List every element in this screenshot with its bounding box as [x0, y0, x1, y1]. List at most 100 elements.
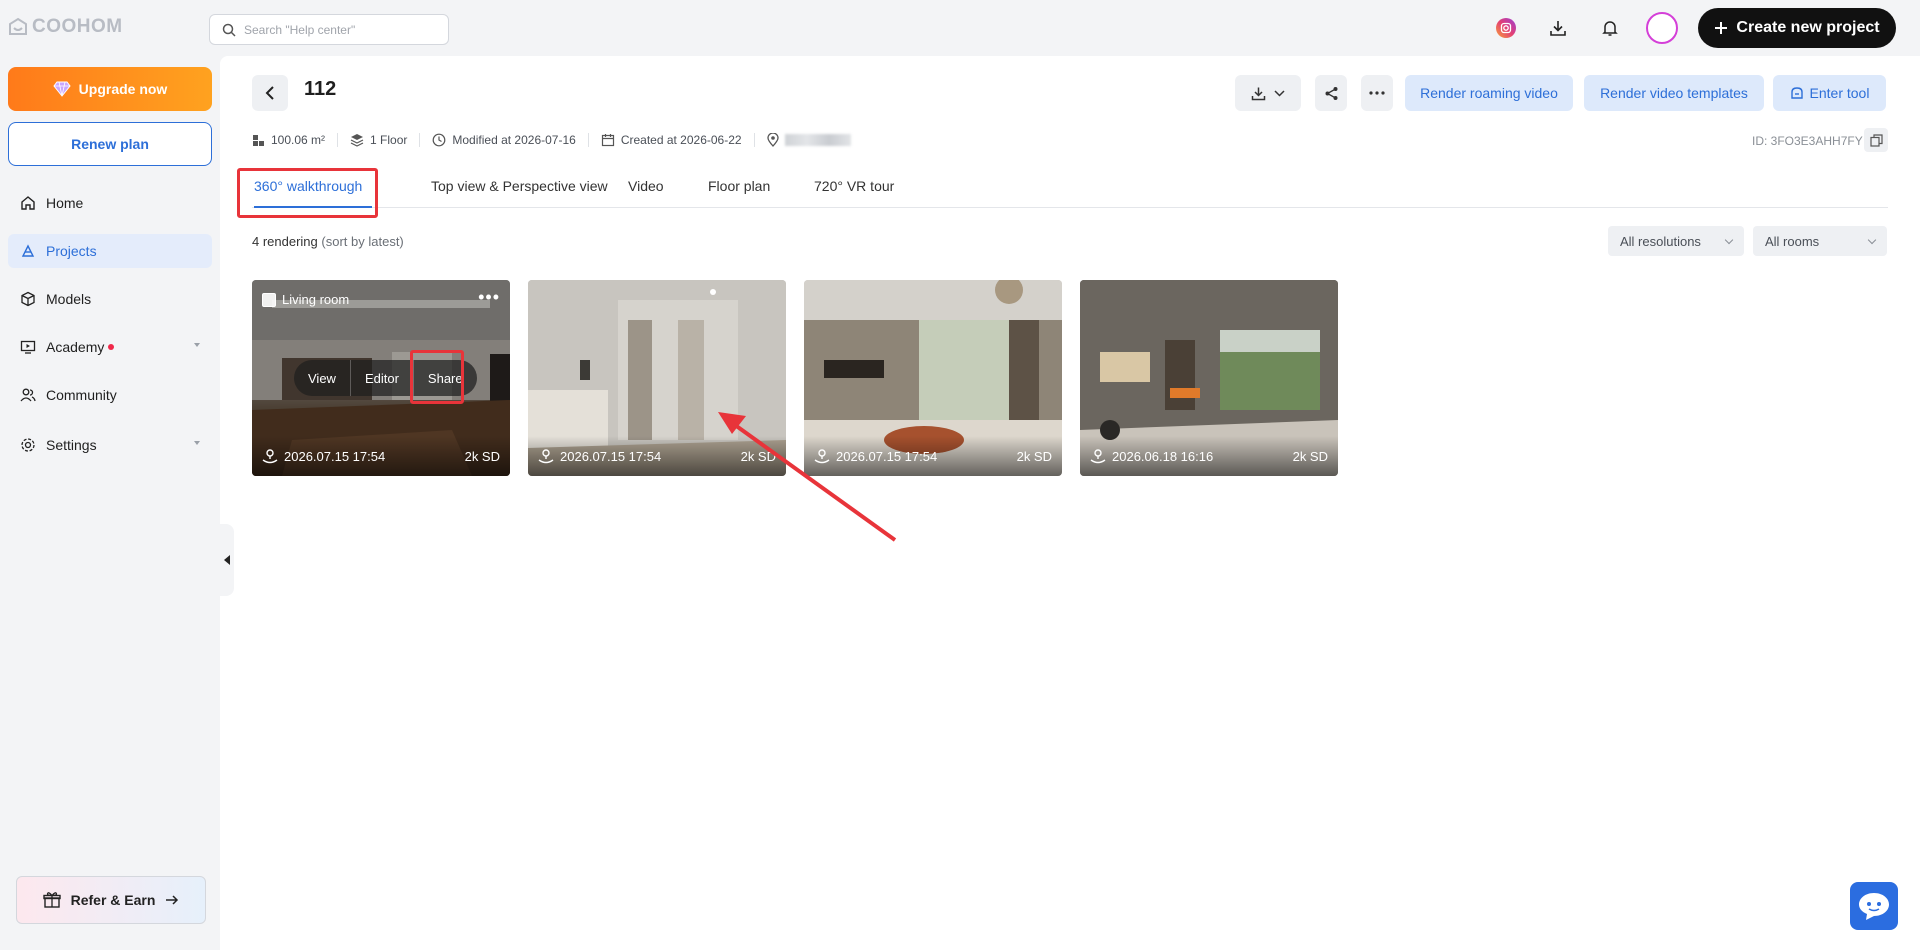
sidebar-item-home[interactable]: Home: [8, 186, 212, 220]
copy-id-button[interactable]: [1864, 128, 1888, 152]
chat-bubble-icon: [1859, 893, 1889, 920]
card-date: 2026.07.15 17:54: [836, 448, 938, 464]
chevron-down-icon: [1274, 89, 1285, 97]
top-bar: COOHOM Create new project: [0, 0, 1920, 56]
sort-label: (sort by latest): [321, 234, 404, 249]
sidebar-item-label: Projects: [46, 243, 97, 259]
tab-top-perspective-view[interactable]: Top view & Perspective view: [431, 164, 608, 208]
rooms-filter-value: All rooms: [1765, 233, 1820, 249]
triangle-left-icon: [224, 555, 230, 565]
tab-720-vr-tour[interactable]: 720° VR tour: [814, 164, 894, 208]
tab-floor-plan[interactable]: Floor plan: [708, 164, 770, 208]
rendering-card[interactable]: 2026.06.18 16:16 2k SD: [1080, 280, 1338, 476]
sidebar-item-settings[interactable]: Settings: [8, 428, 212, 462]
main-panel: 112 Render roaming video Render video te…: [220, 56, 1920, 950]
tab-video[interactable]: Video: [628, 164, 664, 208]
share-icon: [1325, 86, 1337, 100]
card-more-icon[interactable]: •••: [478, 288, 500, 306]
sidebar-item-label: Settings: [46, 437, 97, 453]
render-video-templates-button[interactable]: Render video templates: [1584, 75, 1764, 111]
refer-earn-button[interactable]: Refer & Earn: [16, 876, 206, 924]
rendering-card[interactable]: 2026.07.15 17:54 2k SD: [528, 280, 786, 476]
resolution-filter-select[interactable]: All resolutions: [1608, 226, 1744, 256]
sidebar-item-label: Academy: [46, 339, 105, 355]
instagram-icon: [1496, 18, 1516, 38]
new-badge-dot: [108, 344, 115, 350]
meta-floors: 1 Floor: [338, 133, 421, 147]
tab-label: 720° VR tour: [814, 178, 895, 194]
sidebar-item-projects[interactable]: Projects: [8, 234, 212, 268]
panorama-user-icon: [814, 449, 830, 464]
upgrade-label: Upgrade now: [78, 81, 168, 97]
gear-icon: [21, 438, 35, 452]
download-button[interactable]: [1542, 12, 1574, 44]
tab-label: Floor plan: [708, 178, 771, 194]
search-box[interactable]: [209, 14, 449, 45]
download-menu-button[interactable]: [1235, 75, 1301, 111]
user-avatar[interactable]: [1646, 12, 1678, 44]
count-label: 4 rendering: [252, 234, 318, 249]
sidebar-item-label: Models: [46, 291, 92, 307]
card-quality: 2k SD: [1016, 448, 1052, 464]
rendering-count: 4 rendering (sort by latest): [252, 234, 404, 249]
gift-icon: [42, 892, 61, 908]
card-footer: 2026.06.18 16:16 2k SD: [1080, 436, 1338, 476]
render-templates-label: Render video templates: [1600, 85, 1748, 101]
select-checkbox[interactable]: [262, 292, 276, 307]
renew-plan-button[interactable]: Renew plan: [8, 122, 212, 166]
meta-floors-text: 1 Floor: [370, 133, 408, 147]
renew-label: Renew plan: [71, 136, 149, 152]
panorama-user-icon: [1090, 449, 1106, 464]
highlight-box-share: [410, 350, 464, 404]
app-logo[interactable]: COOHOM: [8, 16, 123, 38]
instagram-button[interactable]: [1490, 12, 1522, 44]
project-meta: 100.06 m² 1 Floor Modified at 2026-07-16…: [252, 130, 863, 150]
card-quality: 2k SD: [1292, 448, 1328, 464]
calendar-icon: [601, 134, 614, 147]
community-icon: [20, 388, 36, 402]
logo-text: COOHOM: [32, 16, 123, 37]
chevron-down-icon: [1867, 235, 1877, 244]
chat-support-button[interactable]: [1850, 882, 1898, 930]
meta-area-text: 100.06 m²: [271, 133, 326, 147]
editor-button[interactable]: Editor: [351, 360, 414, 396]
sidebar-collapse-button[interactable]: [220, 524, 234, 596]
meta-created-text: Created at 2026-06-22: [620, 133, 742, 147]
sidebar-item-models[interactable]: Models: [8, 282, 212, 316]
card-date: 2026.06.18 16:16: [1112, 448, 1214, 464]
meta-modified: Modified at 2026-07-16: [420, 133, 589, 147]
enter-tool-label: Enter tool: [1809, 85, 1870, 101]
sidebar-item-academy[interactable]: Academy: [8, 330, 212, 364]
download-icon: [1550, 21, 1566, 36]
sidebar-item-label: Community: [46, 387, 117, 403]
view-button[interactable]: View: [294, 360, 351, 396]
clock-icon: [432, 133, 446, 147]
sidebar-item-community[interactable]: Community: [8, 378, 212, 412]
download-icon: [1251, 87, 1266, 100]
rooms-filter-select[interactable]: All rooms: [1753, 226, 1887, 256]
location-pin-icon: [766, 133, 779, 147]
home-icon: [21, 196, 35, 210]
render-roaming-video-button[interactable]: Render roaming video: [1405, 75, 1573, 111]
create-new-project-button[interactable]: Create new project: [1698, 8, 1896, 48]
project-id: ID: 3FO3E3AHH7FY: [1752, 134, 1863, 148]
share-project-button[interactable]: [1315, 75, 1347, 111]
chevron-down-icon: [1724, 235, 1734, 244]
more-options-button[interactable]: [1361, 75, 1393, 111]
rendering-card[interactable]: Living room ••• View Editor Share 2026.0…: [252, 280, 510, 476]
create-label: Create new project: [1736, 19, 1880, 36]
render-roaming-label: Render roaming video: [1420, 85, 1558, 101]
upgrade-button[interactable]: Upgrade now: [8, 67, 212, 111]
tab-label: Top view & Perspective view: [431, 178, 608, 194]
notifications-button[interactable]: [1594, 12, 1626, 44]
enter-tool-button[interactable]: Enter tool: [1773, 75, 1886, 111]
area-icon: [253, 134, 264, 146]
card-quality: 2k SD: [740, 448, 776, 464]
panorama-user-icon: [262, 449, 278, 464]
search-icon: [222, 23, 236, 37]
search-input[interactable]: [244, 22, 444, 37]
back-button[interactable]: [252, 75, 288, 111]
card-footer: 2026.07.15 17:54 2k SD: [528, 436, 786, 476]
cube-icon: [21, 291, 35, 307]
rendering-card[interactable]: 2026.07.15 17:54 2k SD: [804, 280, 1062, 476]
